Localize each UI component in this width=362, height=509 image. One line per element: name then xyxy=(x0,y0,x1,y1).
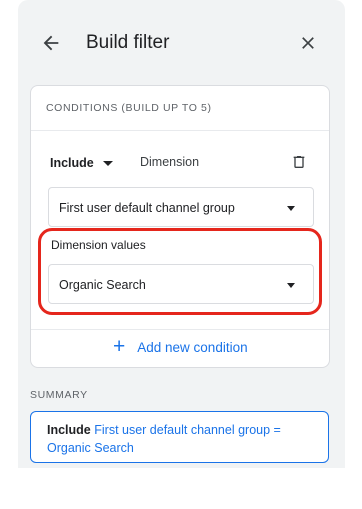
add-condition-button[interactable]: + Add new condition xyxy=(113,335,248,358)
plus-icon: + xyxy=(113,335,126,358)
summary-include: Include xyxy=(47,423,91,437)
conditions-title: CONDITIONS (BUILD UP TO 5) xyxy=(46,102,212,114)
divider xyxy=(31,329,329,330)
summary-label: SUMMARY xyxy=(30,389,88,401)
include-dropdown[interactable]: Include xyxy=(50,156,113,170)
dimension-values-select[interactable]: Organic Search xyxy=(48,264,314,304)
caret-down-icon xyxy=(102,160,113,166)
trash-icon[interactable] xyxy=(291,153,307,171)
include-label: Include xyxy=(50,156,94,170)
dimension-select[interactable]: First user default channel group xyxy=(48,187,314,227)
build-filter-panel: Build filter CONDITIONS (BUILD UP TO 5) … xyxy=(18,0,345,468)
panel-header: Build filter xyxy=(18,0,345,76)
dropdown-arrow-icon xyxy=(287,283,295,288)
dimension-select-value: First user default channel group xyxy=(59,201,235,215)
dropdown-arrow-icon xyxy=(287,206,295,211)
arrow-left-icon[interactable] xyxy=(40,32,62,54)
conditions-card: CONDITIONS (BUILD UP TO 5) Include Dimen… xyxy=(30,85,330,368)
panel-title: Build filter xyxy=(86,32,170,53)
dimension-values-label: Dimension values xyxy=(51,238,146,252)
summary-box: Include First user default channel group… xyxy=(30,411,329,463)
divider xyxy=(31,130,329,131)
dimension-values-select-value: Organic Search xyxy=(59,278,146,292)
add-condition-label: Add new condition xyxy=(137,339,248,355)
close-icon[interactable] xyxy=(298,33,318,53)
dimension-label: Dimension xyxy=(140,155,200,169)
